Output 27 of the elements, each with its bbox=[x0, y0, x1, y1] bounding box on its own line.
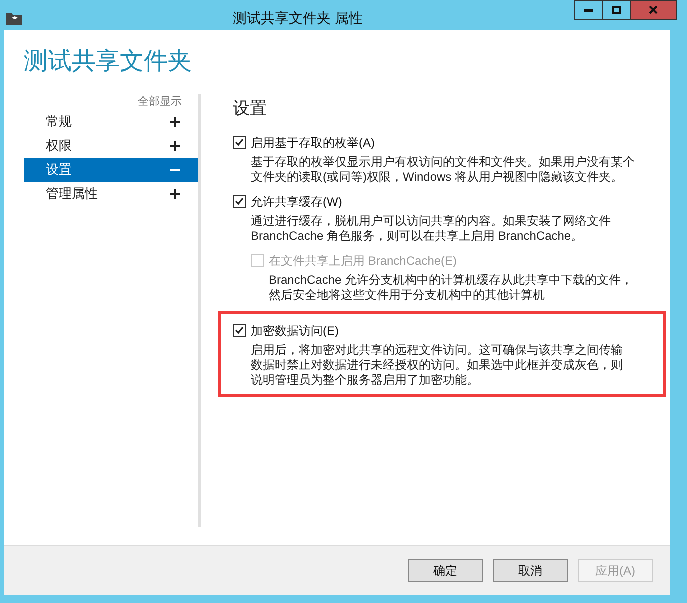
dialog-button[interactable]: 确定 bbox=[408, 559, 483, 582]
option-label[interactable]: 加密数据访问(E) bbox=[251, 322, 339, 340]
checkbox[interactable] bbox=[233, 324, 246, 337]
option-description: BranchCache 允许分支机构中的计算机缓存从此共享中下载的文件，然后安全地将这些文件用于分支机构中的其他计算机 bbox=[268, 272, 634, 302]
option-description: 启用后，将加密对此共享的远程文件访问。这可确保与该共享之间传输数据时禁止对数据进行未经授权的访问。如果选中此框并变成灰色，则说明管理员为整个服务器启用了加密功能。 bbox=[250, 342, 624, 388]
option-label[interactable]: 启用基于存取的枚举(A) bbox=[251, 134, 375, 152]
expand-icon[interactable] bbox=[170, 117, 180, 127]
close-icon bbox=[649, 6, 658, 14]
checkbox[interactable] bbox=[233, 195, 246, 208]
option-description: 通过进行缓存，脱机用户可以访问共享的内容。如果安装了网络文件 BranchCache 角色服务，则可以在共享上启用 BranchCache。 bbox=[250, 214, 612, 244]
sidebar-item[interactable]: 常规 bbox=[24, 110, 198, 134]
page-heading: 测试共享文件夹 bbox=[23, 47, 193, 77]
section-title: 设置 bbox=[233, 98, 268, 120]
folder-icon bbox=[6, 12, 22, 24]
expand-icon[interactable] bbox=[170, 141, 180, 151]
option-description: 基于存取的枚举仅显示用户有权访问的文件和文件夹。如果用户没有某个文件夹的读取(或同等)权限，Windows 将从用户视图中隐藏该文件夹。 bbox=[250, 154, 636, 184]
minimize-button[interactable] bbox=[574, 0, 603, 20]
checkbox[interactable] bbox=[233, 136, 246, 149]
window-title: 测试共享文件夹 属性 bbox=[232, 8, 364, 28]
dialog-button[interactable]: 取消 bbox=[493, 559, 568, 582]
show-all-link[interactable]: 全部显示 bbox=[138, 94, 198, 110]
sidebar-item[interactable]: 管理属性 bbox=[24, 182, 198, 206]
close-button[interactable] bbox=[631, 0, 677, 20]
option-label[interactable]: 允许共享缓存(W) bbox=[251, 192, 342, 210]
sidebar-item[interactable]: 权限 bbox=[24, 134, 198, 158]
sidebar-item[interactable]: 设置 bbox=[24, 158, 198, 182]
expand-icon[interactable] bbox=[170, 189, 180, 199]
